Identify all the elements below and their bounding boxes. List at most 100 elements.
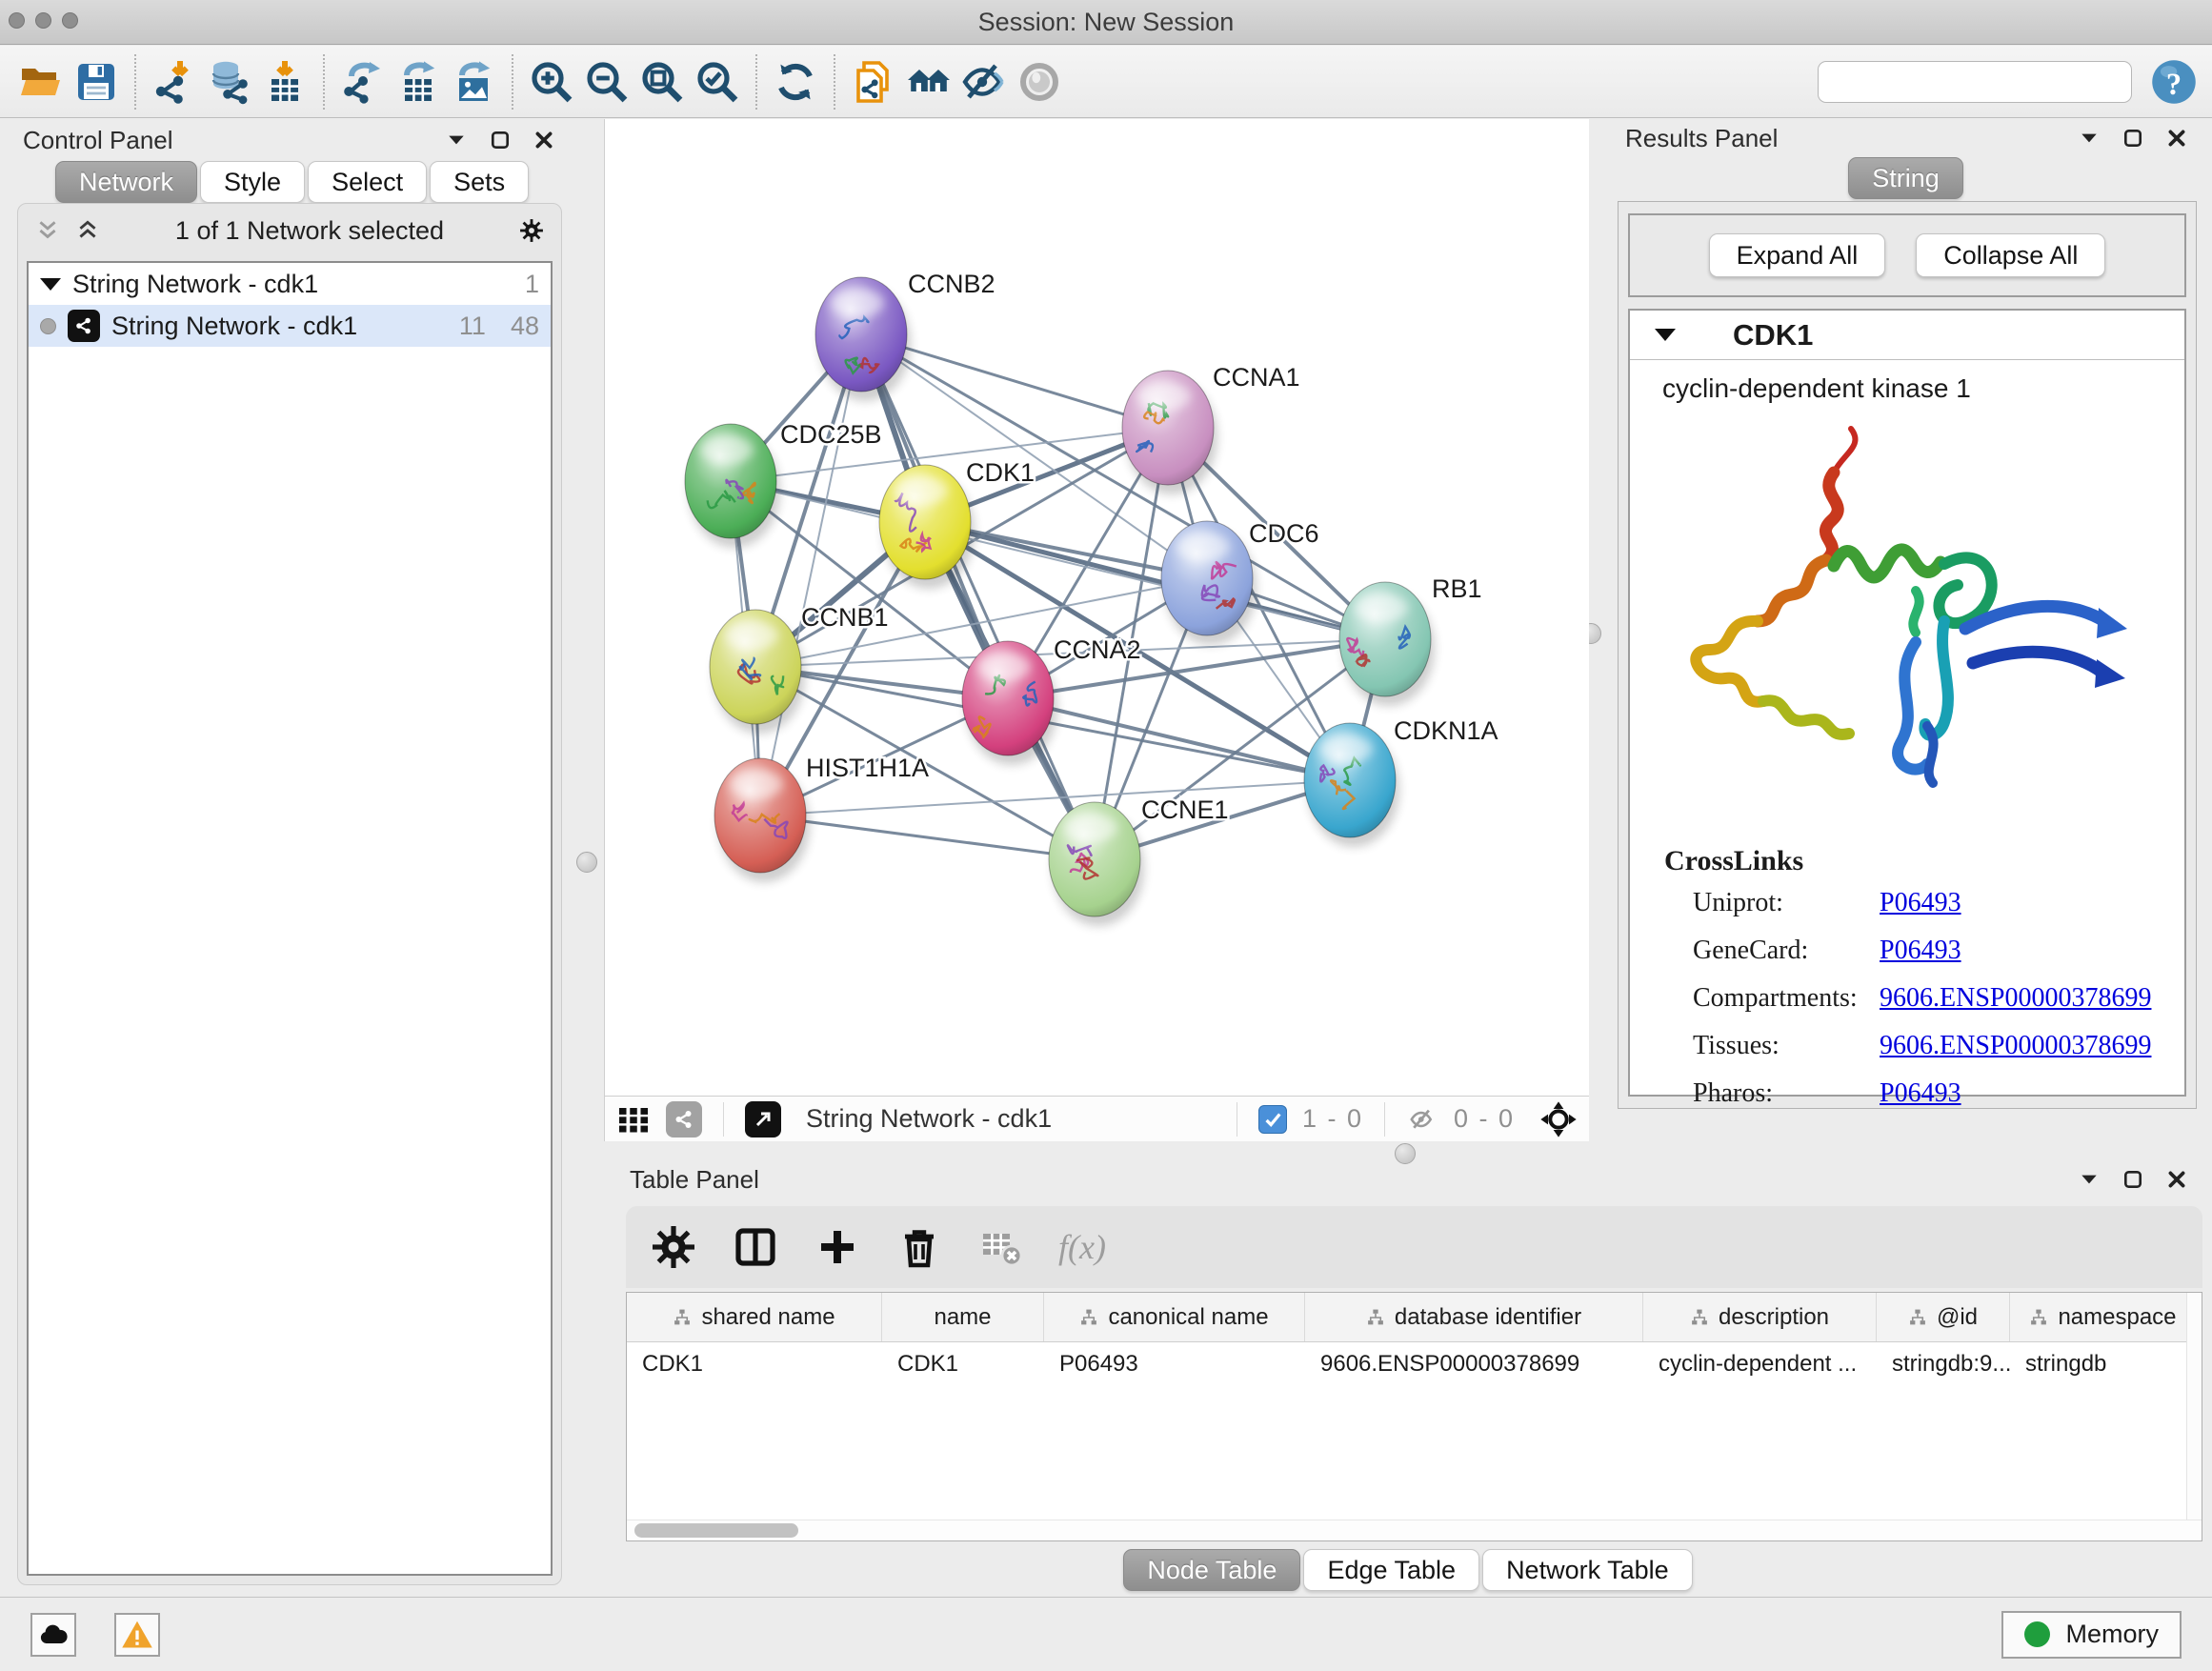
crosslink-link[interactable]: 9606.ENSP00000378699 [1880,983,2151,1014]
network-node-RB1[interactable]: RB1 [1339,574,1482,706]
network-edge[interactable] [760,815,1095,859]
selected-items-checkbox[interactable] [1258,1105,1287,1134]
export-network-button[interactable] [335,53,391,111]
table-cell[interactable]: cyclin-dependent ... [1643,1342,1877,1386]
memory-button[interactable]: Memory [2001,1611,2182,1659]
network-canvas[interactable]: CCNB2CCNA1CDC25BCDK1CDC6RB1CCNB1CCNA2CDK… [605,119,1590,1096]
tab-select[interactable]: Select [308,161,427,203]
export-image-button[interactable] [446,53,501,111]
tab-edge-table[interactable]: Edge Table [1303,1549,1479,1591]
panel-menu-icon[interactable] [444,128,469,152]
crosslink-link[interactable]: P06493 [1880,888,1961,918]
network-options-gear-icon[interactable] [519,218,544,243]
zoom-in-button[interactable] [524,53,579,111]
table-cell[interactable]: P06493 [1044,1342,1305,1386]
fit-selected-crosshair-icon[interactable] [1539,1100,1578,1138]
tab-sets[interactable]: Sets [430,161,529,203]
cloud-status-button[interactable] [30,1613,76,1657]
column-header-database-identifier[interactable]: database identifier [1305,1293,1643,1341]
panel-close-icon[interactable] [532,128,556,152]
network-type-icon[interactable] [666,1101,702,1137]
panel-float-icon[interactable] [2121,1167,2145,1192]
expand-all-networks-icon[interactable] [75,218,100,243]
import-network-database-button[interactable] [202,53,257,111]
duplicate-network-button[interactable] [846,53,901,111]
tab-style[interactable]: Style [200,161,305,203]
network-node-CCNB1[interactable]: CCNB1 [710,603,889,734]
refresh-button[interactable] [768,53,823,111]
collapse-all-networks-icon[interactable] [35,218,60,243]
table-horizontal-scrollbar[interactable] [627,1520,2202,1540]
node-label-CCNB2: CCNB2 [908,270,995,298]
tab-string[interactable]: String [1848,157,1963,199]
hide-unhide-icon-button[interactable] [956,53,1012,111]
table-cell[interactable]: stringdb [2010,1342,2197,1386]
panel-float-icon[interactable] [2121,126,2145,151]
expand-all-button[interactable]: Expand All [1709,233,1886,277]
open-in-browser-icon[interactable] [745,1101,781,1137]
network-node-CDK1[interactable]: CDK1 [879,458,1035,589]
network-row[interactable]: String Network - cdk1 11 48 [29,305,551,347]
control-panel-tabs: NetworkStyleSelectSets [55,161,532,203]
network-node-CCNB2[interactable]: CCNB2 [815,270,995,401]
network-node-CCNA1[interactable]: CCNA1 [1122,363,1300,494]
network-edge[interactable] [760,334,861,815]
scrollbar-handle[interactable] [634,1523,798,1538]
crosslink-link[interactable]: P06493 [1880,936,1961,966]
splitter-handle[interactable] [576,852,597,873]
toolbar-separator [723,1102,724,1137]
birds-eye-view-icon[interactable] [616,1102,651,1137]
show-graphics-details-button[interactable] [1012,53,1067,111]
panel-close-icon[interactable] [2164,1167,2189,1192]
column-header--id[interactable]: @id [1877,1293,2010,1341]
network-edge[interactable] [1008,698,1350,780]
panel-menu-icon[interactable] [2077,126,2101,151]
window-title: Session: New Session [0,0,2212,44]
network-node-CDKN1A[interactable]: CDKN1A [1304,716,1498,847]
table-cell[interactable]: CDK1 [882,1342,1044,1386]
open-session-button[interactable] [13,53,69,111]
collection-expander-icon[interactable] [40,278,61,291]
crosslink-link[interactable]: 9606.ENSP00000378699 [1880,1031,2151,1061]
network-node-CDC25B[interactable]: CDC25B [685,420,882,548]
import-table-file-button[interactable] [257,53,312,111]
help-button[interactable]: ? [2149,57,2199,107]
column-header-description[interactable]: description [1643,1293,1877,1341]
node-details-header[interactable]: CDK1 [1630,311,2184,360]
column-header-name[interactable]: name [882,1293,1044,1341]
network-node-CDC6[interactable]: CDC6 [1161,519,1319,645]
column-header-canonical-name[interactable]: canonical name [1044,1293,1305,1341]
crosslink-link[interactable]: P06493 [1880,1078,1961,1109]
collapse-all-button[interactable]: Collapse All [1916,233,2105,277]
table-type-tabs: Node TableEdge TableNetwork Table [616,1549,2202,1595]
add-column-icon[interactable] [813,1222,862,1272]
show-columns-icon[interactable] [731,1222,780,1272]
zoom-out-button[interactable] [579,53,634,111]
panel-close-icon[interactable] [2164,126,2189,151]
save-session-button[interactable] [69,53,124,111]
panel-menu-icon[interactable] [2077,1167,2101,1192]
tab-network[interactable]: Network [55,161,197,203]
table-options-gear-icon[interactable] [649,1222,698,1272]
search-input[interactable] [1836,68,2135,96]
table-cell[interactable]: 9606.ENSP00000378699 [1305,1342,1643,1386]
zoom-fit-button[interactable] [634,53,690,111]
network-collection-row[interactable]: String Network - cdk1 1 [29,263,551,305]
delete-column-trash-icon[interactable] [895,1222,944,1272]
home-button[interactable] [901,53,956,111]
tab-network-table[interactable]: Network Table [1482,1549,1693,1591]
details-expander-icon[interactable] [1655,329,1676,341]
table-cell[interactable]: stringdb:9... [1877,1342,2010,1386]
warning-status-button[interactable] [114,1613,160,1657]
zoom-selected-button[interactable] [690,53,745,111]
network-node-HIST1H1A[interactable]: HIST1H1A [714,754,929,882]
tab-node-table[interactable]: Node Table [1123,1549,1300,1591]
column-header-namespace[interactable]: namespace [2010,1293,2197,1341]
table-cell[interactable]: CDK1 [627,1342,882,1386]
network-node-CCNE1[interactable]: CCNE1 [1049,795,1229,926]
table-vertical-scrollbar[interactable] [2186,1293,2202,1520]
export-table-button[interactable] [391,53,446,111]
column-header-shared-name[interactable]: shared name [627,1293,882,1341]
panel-float-icon[interactable] [488,128,513,152]
import-network-file-button[interactable] [147,53,202,111]
